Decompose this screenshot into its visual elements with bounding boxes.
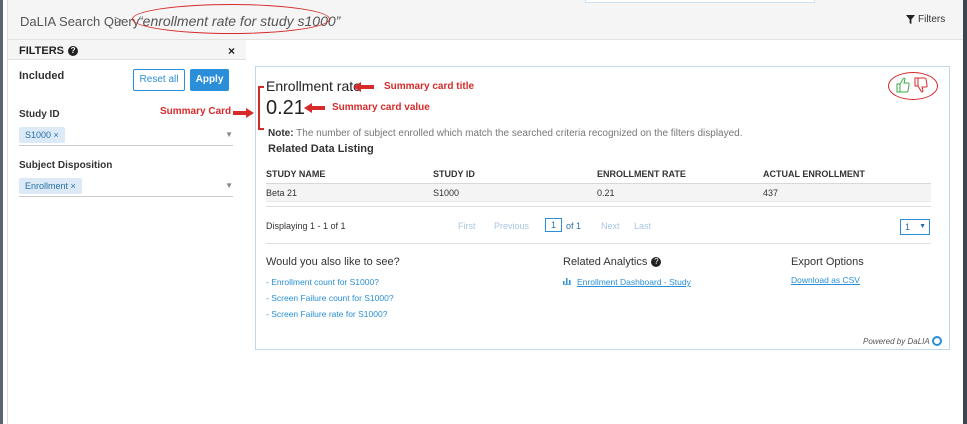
card-note: Note: The number of subject enrolled whi… (268, 128, 743, 139)
annotation-arrowhead (246, 108, 254, 118)
table-cell: 437 (763, 188, 779, 198)
summary-card-value: 0.21 (266, 97, 305, 119)
filters-button[interactable]: Filters (906, 14, 945, 25)
note-label: Note: (268, 128, 294, 139)
annotation-arrow (311, 106, 325, 110)
filters-button-label: Filters (918, 14, 946, 25)
suggestion-link[interactable]: - Screen Failure rate for S1000? (266, 309, 387, 319)
section-divider (266, 243, 931, 244)
funnel-icon (906, 15, 915, 24)
annotation-card-value: Summary card value (332, 102, 430, 113)
top-search-strip (585, 0, 815, 3)
help-icon[interactable]: ? (68, 46, 79, 56)
pager-first-link[interactable]: First (458, 221, 476, 231)
chevron-down-icon[interactable]: ▼ (225, 181, 233, 190)
dalia-logo-icon (931, 336, 942, 346)
subject-disposition-select[interactable]: Enrollment × ▼ (19, 175, 233, 197)
export-options-title: Export Options (791, 256, 864, 268)
table-header: STUDY NAME STUDY ID ENROLLMENT RATE ACTU… (266, 164, 931, 184)
pager-page-input[interactable]: 1 (545, 218, 562, 232)
column-header[interactable]: ACTUAL ENROLLMENT (763, 169, 865, 179)
table-cell: Beta 21 (266, 188, 298, 198)
powered-by: Powered by DaLIA (863, 336, 942, 346)
column-header[interactable]: STUDY ID (433, 169, 475, 179)
pager-previous-link[interactable]: Previous (494, 221, 529, 231)
related-data-listing-title: Related Data Listing (268, 143, 374, 155)
thumbs-up-icon[interactable] (896, 77, 910, 93)
table-row[interactable]: Beta 21 S1000 0.21 437 (266, 184, 931, 202)
table-cell: S1000 (433, 188, 460, 198)
thumbs-down-icon[interactable] (914, 77, 928, 93)
pager-last-link[interactable]: Last (634, 221, 651, 231)
chevron-down-icon[interactable]: ▼ (225, 130, 233, 139)
study-id-chip[interactable]: S1000 × (19, 127, 65, 143)
note-text: The number of subject enrolled which mat… (293, 128, 743, 139)
apply-button[interactable]: Apply (190, 69, 229, 91)
table-divider (266, 206, 931, 207)
study-id-select[interactable]: S1000 × ▼ (19, 124, 233, 146)
bar-chart-icon (563, 278, 571, 285)
caret-down-icon: ▼ (919, 223, 926, 230)
study-id-label: Study ID (19, 109, 60, 120)
suggestions-title: Would you also like to see? (266, 256, 400, 268)
help-icon[interactable]: ? (651, 257, 662, 267)
right-scrollbar[interactable] (963, 0, 967, 424)
subject-disposition-label: Subject Disposition (19, 160, 113, 171)
pager-of-text: of 1 (566, 221, 582, 231)
enrollment-dashboard-link[interactable]: Enrollment Dashboard - Study (577, 277, 691, 287)
page-size-value: 1 (905, 222, 911, 232)
related-analytics-title: Related Analytics ? (563, 256, 662, 268)
powered-by-text: Powered by DaLIA (863, 336, 930, 346)
column-header[interactable]: STUDY NAME (266, 169, 325, 179)
annotation-arrow (233, 111, 247, 115)
pager-display-text: Displaying 1 - 1 of 1 (266, 221, 346, 231)
reset-all-button[interactable]: Reset all (133, 69, 185, 91)
column-header[interactable]: ENROLLMENT RATE (597, 169, 686, 179)
pager-next-link[interactable]: Next (601, 221, 620, 231)
annotation-card-title: Summary card title (384, 81, 475, 92)
query-annotation-oval (132, 4, 330, 34)
filters-title-text: FILTERS (19, 45, 65, 57)
table-cell: 0.21 (597, 188, 615, 198)
left-rail (0, 0, 8, 424)
annotation-summary-card: Summary Card (160, 106, 232, 117)
filters-title: FILTERS ? (19, 45, 79, 57)
suggestion-link[interactable]: - Enrollment count for S1000? (266, 277, 379, 287)
breadcrumb-separator: > (114, 12, 123, 28)
annotation-arrow (360, 85, 374, 89)
included-label: Included (19, 70, 65, 82)
summary-card-title: Enrollment rate (266, 78, 361, 94)
related-analytics-title-text: Related Analytics (563, 256, 648, 268)
download-csv-link[interactable]: Download as CSV (791, 275, 860, 285)
page-size-select[interactable]: 1 ▼ (900, 219, 930, 235)
annotation-bracket (258, 86, 264, 130)
close-filters-button[interactable]: × (228, 44, 235, 58)
suggestion-link[interactable]: - Screen Failure count for S1000? (266, 293, 394, 303)
subject-disposition-chip[interactable]: Enrollment × (19, 178, 82, 194)
